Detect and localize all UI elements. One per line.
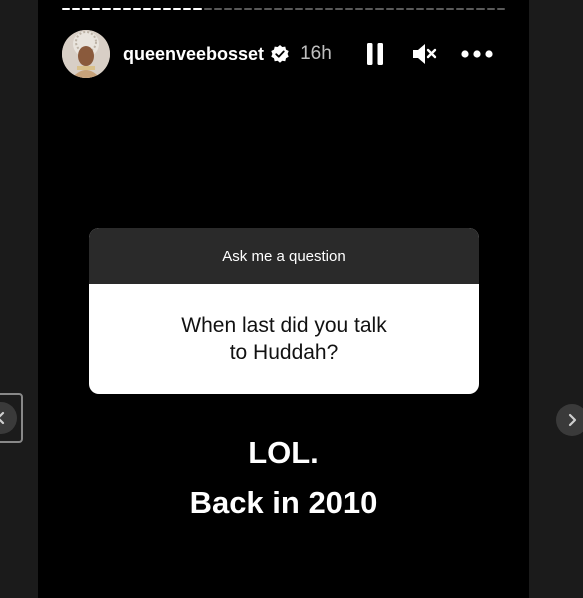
progress-segment	[203, 8, 212, 10]
progress-segment	[395, 8, 404, 10]
progress-segment	[264, 8, 273, 10]
question-text: When last did you talk to Huddah?	[89, 284, 479, 394]
progress-segment	[446, 8, 455, 10]
question-line-2: to Huddah?	[229, 341, 339, 364]
progress-segment	[304, 8, 313, 10]
progress-segment	[284, 8, 293, 10]
username[interactable]: queenveebosset	[123, 44, 264, 65]
avatar-image	[62, 30, 110, 78]
progress-segment	[476, 8, 485, 10]
progress-segment	[425, 8, 435, 10]
muted-speaker-icon[interactable]	[410, 39, 440, 69]
progress-segment	[385, 8, 394, 10]
progress-segment	[243, 8, 253, 10]
progress-segment	[456, 8, 465, 10]
progress-segment	[254, 8, 263, 10]
progress-segment	[405, 8, 414, 10]
progress-segment	[92, 8, 101, 10]
progress-segment	[213, 8, 222, 10]
story-header: queenveebosset 16h	[62, 30, 502, 78]
progress-segment	[152, 8, 162, 10]
progress-segment	[365, 8, 374, 10]
story-progress-bar	[62, 8, 505, 12]
progress-segment	[294, 8, 303, 10]
question-sticker-header: Ask me a question	[89, 228, 479, 284]
progress-segment	[193, 8, 202, 10]
progress-segment	[496, 8, 505, 10]
answer-line-1: LOL.	[248, 435, 319, 470]
progress-segment	[163, 8, 172, 10]
progress-segment	[173, 8, 182, 10]
progress-segment	[324, 8, 333, 10]
chevron-right-icon	[556, 404, 583, 436]
progress-segment	[314, 8, 323, 10]
avatar[interactable]	[62, 30, 110, 78]
progress-segment	[345, 8, 354, 10]
answer-line-2: Back in 2010	[189, 485, 378, 520]
progress-segment	[62, 8, 71, 10]
progress-segment	[142, 8, 151, 10]
progress-segment	[183, 8, 192, 10]
progress-segment	[466, 8, 475, 10]
verified-badge-icon	[270, 44, 290, 64]
progress-segment	[122, 8, 131, 10]
answer-text: LOL. Back in 2010	[38, 428, 529, 528]
story-viewer: queenveebosset 16h Ask me a question Whe…	[0, 0, 583, 598]
progress-segment	[72, 8, 81, 10]
progress-segment	[223, 8, 232, 10]
progress-segment	[82, 8, 91, 10]
progress-segment	[334, 8, 344, 10]
progress-segment	[112, 8, 121, 10]
previous-story-button[interactable]	[0, 393, 23, 443]
progress-segment	[355, 8, 364, 10]
pause-icon[interactable]	[360, 39, 390, 69]
progress-segment	[274, 8, 283, 10]
progress-segment	[486, 8, 495, 10]
post-time: 16h	[300, 43, 332, 64]
progress-segment	[375, 8, 384, 10]
more-options-icon[interactable]	[460, 39, 494, 69]
story-controls	[360, 30, 502, 78]
question-line-1: When last did you talk	[181, 314, 387, 337]
progress-segment	[102, 8, 111, 10]
progress-segment	[415, 8, 424, 10]
chevron-left-icon	[0, 402, 17, 434]
question-sticker: Ask me a question When last did you talk…	[89, 228, 479, 394]
next-story-button[interactable]	[550, 398, 583, 442]
progress-segment	[233, 8, 242, 10]
progress-segment	[436, 8, 445, 10]
progress-segment	[132, 8, 141, 10]
